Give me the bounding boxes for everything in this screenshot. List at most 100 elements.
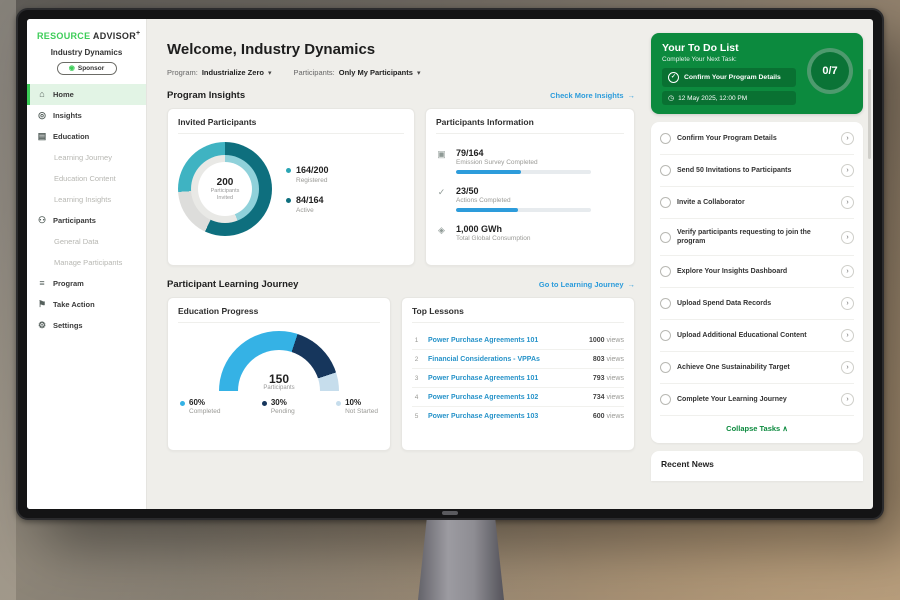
task-item-confirm-program[interactable]: Confirm Your Program Details ›	[660, 123, 854, 155]
education-gauge-chart: 150 Participants	[219, 331, 339, 391]
chevron-right-icon[interactable]: ›	[841, 196, 854, 209]
sidebar-item-manage-participants[interactable]: Manage Participants	[27, 252, 146, 273]
top-lessons-card: Top Lessons 1 Power Purchase Agreements …	[401, 297, 635, 451]
sidebar-item-insights[interactable]: ◎ Insights	[27, 105, 146, 126]
lesson-link[interactable]: Power Purchase Agreements 101	[428, 375, 586, 382]
todo-next-task[interactable]: ✓ Confirm Your Program Details	[662, 68, 796, 87]
chevron-right-icon[interactable]: ›	[841, 231, 854, 244]
recent-news-title: Recent News	[661, 459, 853, 469]
people-icon: ⚇	[37, 216, 47, 225]
chevron-right-icon[interactable]: ›	[841, 329, 854, 342]
checkbox-icon[interactable]	[660, 133, 671, 144]
progress-bar	[456, 170, 591, 174]
task-item-complete-learning-journey[interactable]: Complete Your Learning Journey ›	[660, 384, 854, 416]
nav-label: Settings	[53, 321, 83, 330]
chevron-right-icon[interactable]: ›	[841, 361, 854, 374]
nav-label: Insights	[53, 111, 82, 120]
nav-label: Manage Participants	[54, 258, 122, 267]
sidebar-item-learning-journey[interactable]: Learning Journey	[27, 147, 146, 168]
insights-icon: ◎	[37, 111, 47, 120]
sidebar-item-education-content[interactable]: Education Content	[27, 168, 146, 189]
task-label: Confirm Your Program Details	[677, 134, 835, 143]
lesson-link[interactable]: Financial Considerations - VPPAs	[428, 356, 586, 363]
checkbox-icon[interactable]	[660, 394, 671, 405]
invited-donut-chart: 200 Participants Invited	[178, 142, 272, 236]
lesson-rank: 4	[412, 394, 421, 401]
task-item-achieve-target[interactable]: Achieve One Sustainability Target ›	[660, 352, 854, 384]
monitor: RESOURCE ADVISOR+ Industry Dynamics ◉ Sp…	[16, 8, 884, 520]
task-label: Upload Spend Data Records	[677, 299, 835, 308]
check-more-insights-link[interactable]: Check More Insights →	[550, 91, 635, 100]
invited-participants-card: Invited Participants 200 Participants In…	[167, 108, 415, 266]
chevron-right-icon[interactable]: ›	[841, 164, 854, 177]
views-count: 734	[593, 394, 605, 401]
sidebar-item-program[interactable]: ≡ Program	[27, 273, 146, 294]
sidebar-item-settings[interactable]: ⚙ Settings	[27, 315, 146, 336]
sidebar: RESOURCE ADVISOR+ Industry Dynamics ◉ Sp…	[27, 19, 147, 509]
legend-dot	[336, 401, 341, 406]
right-column: Your To Do List Complete Your Next Task:…	[651, 33, 863, 481]
task-item-upload-spend-data[interactable]: Upload Spend Data Records ›	[660, 288, 854, 320]
task-label: Complete Your Learning Journey	[677, 395, 835, 404]
checkbox-icon[interactable]	[660, 266, 671, 277]
gear-icon: ⚙	[37, 321, 47, 330]
views-count: 600	[593, 413, 605, 420]
lesson-link[interactable]: Power Purchase Agreements 103	[428, 413, 586, 420]
task-item-invite-collaborator[interactable]: Invite a Collaborator ›	[660, 187, 854, 219]
chevron-right-icon[interactable]: ›	[841, 297, 854, 310]
program-filter-label: Program:	[167, 68, 198, 77]
lesson-link[interactable]: Power Purchase Agreements 101	[428, 337, 582, 344]
participants-filter[interactable]: Participants: Only My Participants ▾	[293, 68, 420, 77]
flag-icon: ⚑	[37, 300, 47, 309]
task-item-upload-educational-content[interactable]: Upload Additional Educational Content ›	[660, 320, 854, 352]
clock-icon: ◷	[668, 94, 674, 102]
lesson-link[interactable]: Power Purchase Agreements 102	[428, 394, 586, 401]
sidebar-item-participants[interactable]: ⚇ Participants	[27, 210, 146, 231]
chevron-right-icon[interactable]: ›	[841, 393, 854, 406]
list-icon: ≡	[37, 279, 47, 288]
chevron-right-icon[interactable]: ›	[841, 265, 854, 278]
check-icon: ✓	[668, 72, 679, 83]
sidebar-item-learning-insights[interactable]: Learning Insights	[27, 189, 146, 210]
actions-label: Actions Completed	[456, 197, 624, 204]
collapse-tasks-link[interactable]: Collapse Tasks ∧	[660, 416, 854, 442]
main-content: Welcome, Industry Dynamics Program: Indu…	[147, 19, 645, 509]
task-label: Achieve One Sustainability Target	[677, 363, 835, 372]
checkbox-icon[interactable]	[660, 232, 671, 243]
sidebar-item-general-data[interactable]: General Data	[27, 231, 146, 252]
sidebar-item-take-action[interactable]: ⚑ Take Action	[27, 294, 146, 315]
checkbox-icon[interactable]	[660, 362, 671, 373]
gauge-label: Participants	[219, 385, 339, 391]
checkbox-icon[interactable]	[660, 197, 671, 208]
monitor-stand	[418, 520, 504, 600]
views-word: views	[606, 413, 624, 420]
sidebar-item-education[interactable]: ▤ Education	[27, 126, 146, 147]
task-item-explore-insights[interactable]: Explore Your Insights Dashboard ›	[660, 256, 854, 288]
book-icon: ▤	[37, 132, 47, 141]
program-filter[interactable]: Program: Industrialize Zero ▾	[167, 68, 271, 77]
sidebar-item-home[interactable]: ⌂ Home	[27, 84, 146, 105]
todo-due-label: 12 May 2025, 12:00 PM	[678, 95, 747, 102]
checkbox-icon[interactable]	[660, 330, 671, 341]
nav-label: Learning Journey	[54, 153, 112, 162]
consumption-value: 1,000 GWh	[456, 224, 624, 234]
go-to-learning-journey-link[interactable]: Go to Learning Journey →	[539, 280, 635, 289]
chevron-right-icon[interactable]: ›	[841, 132, 854, 145]
checkbox-icon[interactable]	[660, 165, 671, 176]
link-label: Go to Learning Journey	[539, 280, 624, 289]
invited-donut-inner: 200 Participants Invited	[191, 155, 259, 223]
nav-label: Education	[53, 132, 89, 141]
views-count: 1000	[589, 337, 605, 344]
views-word: views	[606, 337, 624, 344]
arrow-right-icon: →	[628, 91, 636, 100]
task-item-send-invitations[interactable]: Send 50 Invitations to Participants ›	[660, 155, 854, 187]
scrollbar[interactable]	[868, 69, 871, 159]
legend-item-completed: 60% Completed	[180, 398, 220, 415]
views-word: views	[606, 375, 624, 382]
logo-resource: RESOURCE	[37, 31, 90, 41]
checkbox-icon[interactable]	[660, 298, 671, 309]
task-label: Upload Additional Educational Content	[677, 331, 835, 340]
lesson-rank: 3	[412, 375, 421, 382]
nav-label: Participants	[53, 216, 96, 225]
task-item-verify-participants[interactable]: Verify participants requesting to join t…	[660, 219, 854, 256]
